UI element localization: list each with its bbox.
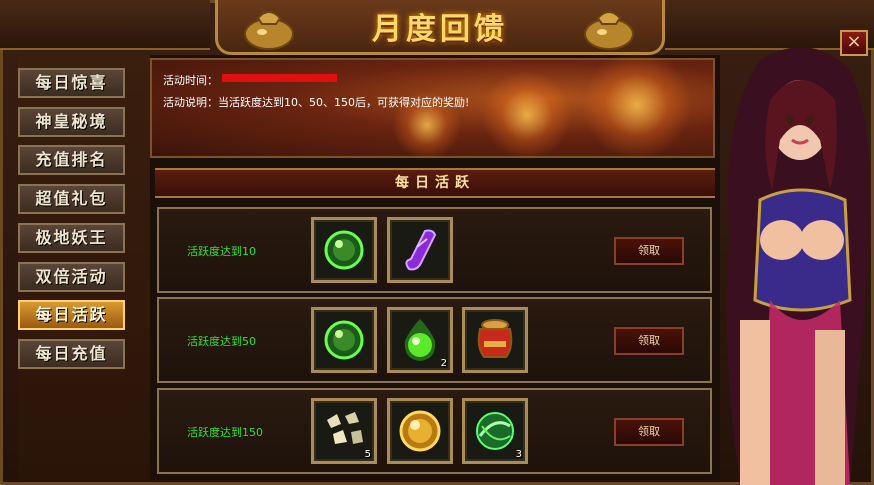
section-header: 每日活跃: [155, 168, 715, 198]
sidebar-item-polar-demon[interactable]: 极地妖王: [18, 223, 125, 253]
reward-row: 活跃度达到50 2 领取: [157, 297, 712, 383]
green-orb-icon: [324, 320, 364, 360]
reward-slot[interactable]: [462, 307, 528, 373]
money-bag-icon: [584, 11, 634, 50]
claim-button[interactable]: 领取: [614, 237, 684, 265]
claim-button[interactable]: 领取: [614, 327, 684, 355]
window-title: 月度回馈: [372, 12, 508, 47]
reward-slot[interactable]: [387, 398, 453, 464]
character-portrait: [726, 47, 871, 485]
reward-slot[interactable]: 2: [387, 307, 453, 373]
activity-description: 活动说明：当活跃度达到10、50、150后，可获得对应的奖励!: [163, 96, 470, 109]
sidebar-item-recharge-ranking[interactable]: 充值排名: [18, 145, 125, 175]
reward-slot[interactable]: [311, 217, 377, 283]
stone-shards-icon: [327, 412, 363, 444]
reward-row: 活跃度达到10 领取: [157, 207, 712, 293]
gold-orb-icon: [399, 410, 441, 452]
green-orb-icon: [324, 230, 364, 270]
reward-row: 活跃度达到150 5 3 领取: [157, 388, 712, 474]
red-jar-icon: [477, 319, 513, 358]
activity-time-label: 活动时间：: [163, 74, 218, 87]
purple-scroll-icon: [405, 229, 437, 271]
reward-slot[interactable]: 5: [311, 398, 377, 464]
sidebar-item-daily-recharge[interactable]: 每日充值: [18, 339, 125, 369]
green-swirl-orb-icon: [476, 412, 514, 450]
frame-top-left: [0, 0, 210, 50]
row-label: 活跃度达到10: [187, 245, 256, 258]
reward-slot[interactable]: 3: [462, 398, 528, 464]
money-bag-icon: [244, 11, 294, 50]
reward-slot[interactable]: [387, 217, 453, 283]
sidebar-item-double-event[interactable]: 双倍活动: [18, 262, 125, 292]
redacted-time: [222, 74, 337, 82]
green-flame-orb-icon: [404, 319, 436, 361]
reward-slot[interactable]: [311, 307, 377, 373]
item-count: 2: [440, 358, 447, 369]
sidebar-item-daily-surprise[interactable]: 每日惊喜: [18, 68, 125, 98]
item-count: 3: [515, 449, 522, 460]
sidebar-item-secret-realm[interactable]: 神皇秘境: [18, 107, 125, 137]
row-label: 活跃度达到50: [187, 335, 256, 348]
sidebar-item-value-pack[interactable]: 超值礼包: [18, 184, 125, 214]
row-label: 活跃度达到150: [187, 426, 263, 439]
sidebar-item-daily-active[interactable]: 每日活跃: [18, 300, 125, 330]
item-count: 5: [364, 449, 371, 460]
claim-button[interactable]: 领取: [614, 418, 684, 446]
